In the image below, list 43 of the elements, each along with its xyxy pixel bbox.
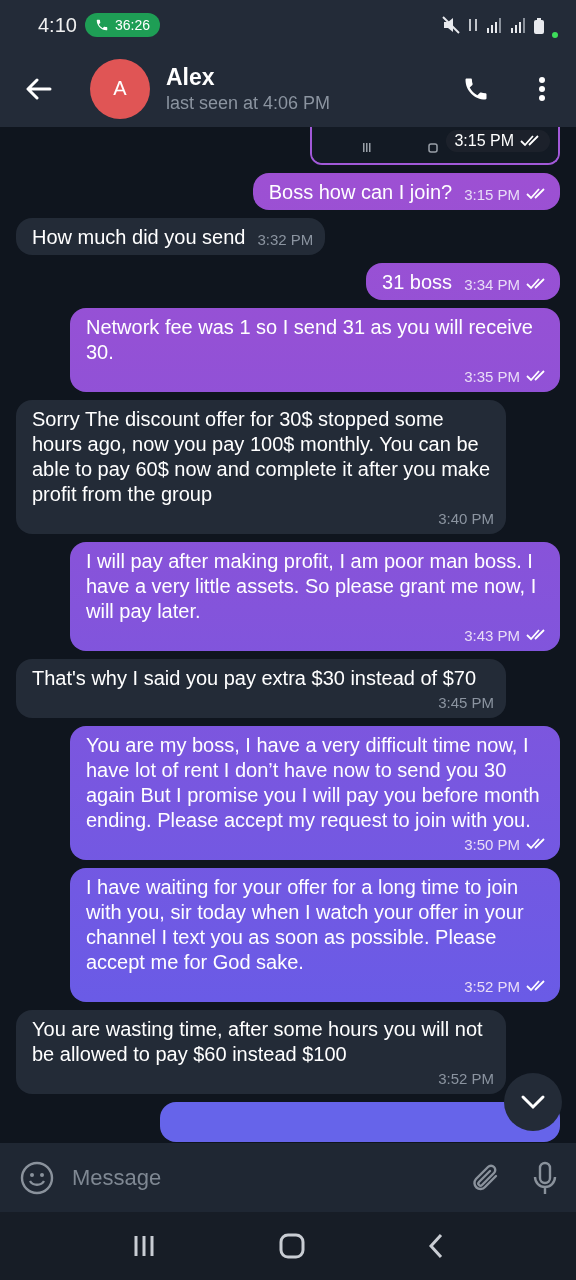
message-text: That's why I said you pay extra $30 instead of $70 [32, 666, 477, 691]
message-time: 3:52 PM [438, 1068, 494, 1089]
home-icon[interactable] [279, 1233, 305, 1259]
message-text: You are my boss, I have a very difficult time now, I have lot of rent I don’t have now to send you 30 again But I promise you I will pay you before month ending. Please accept my request to join with you. [86, 733, 541, 833]
message-time: 3:50 PM [464, 834, 520, 855]
message-text: 31 boss [382, 270, 453, 295]
message-time: 3:40 PM [438, 508, 494, 529]
signal-icon [486, 17, 502, 33]
message-text: I will pay after making profit, I am poor man boss. I have a very little assets. So please grant me now, I will pay later. [86, 549, 538, 624]
status-time: 4:10 [38, 13, 77, 37]
message-time: 3:32 PM [257, 229, 314, 250]
message-text: You are wasting time, after some hours you will not be allowed to pay $60 instead $100 [32, 1017, 484, 1067]
message-input[interactable]: Message [70, 1163, 456, 1192]
message-time: 3:34 PM [464, 274, 520, 295]
message-time: 3:35 PM [464, 366, 520, 387]
contact-name: Alex [166, 63, 216, 91]
more-menu-icon[interactable] [538, 75, 546, 102]
message-time: 3:15 PM [464, 184, 520, 205]
chevron-down-icon [520, 1094, 546, 1110]
image-message[interactable]: 3:15 PM [310, 127, 560, 165]
back-arrow-icon[interactable] [26, 77, 52, 100]
message-text: I have waiting for your offer for a long time to join with you, sir today when I watch your offer in your channel I text you as soon as possible. Please accept me for God sake. [86, 875, 525, 975]
battery-icon [534, 16, 544, 34]
last-seen-status: last seen at 4:06 PM [166, 92, 332, 114]
message-text: Sorry The discount offer for 30$ stopped some hours ago, now you pay 100$ monthly. You can be able to pay 60$ now and complete it after you make profit from the group [32, 407, 492, 507]
microphone-icon[interactable] [532, 1160, 558, 1195]
avatar[interactable]: A [90, 58, 150, 119]
scroll-down-button[interactable] [504, 1073, 562, 1131]
message-text: Boss how can I join? [268, 180, 453, 205]
call-timer[interactable]: 36:26 [84, 13, 160, 37]
phone-icon [94, 18, 109, 32]
message-bar[interactable]: Message [0, 1143, 576, 1212]
status-dot-icon [552, 32, 558, 38]
message-text: How much did you send [32, 225, 246, 250]
back-icon[interactable] [428, 1233, 445, 1259]
message-time: 3:15 PM [446, 130, 550, 152]
message-text: Network fee was 1 so I send 31 as you will receive 30. [86, 315, 534, 365]
message-time: 3:52 PM [464, 976, 520, 997]
mute-icon [442, 16, 460, 34]
message-time: 3:45 PM [438, 692, 494, 713]
message-time: 3:43 PM [464, 625, 520, 646]
emoji-icon[interactable] [20, 1160, 54, 1195]
signal-icon [510, 17, 526, 33]
